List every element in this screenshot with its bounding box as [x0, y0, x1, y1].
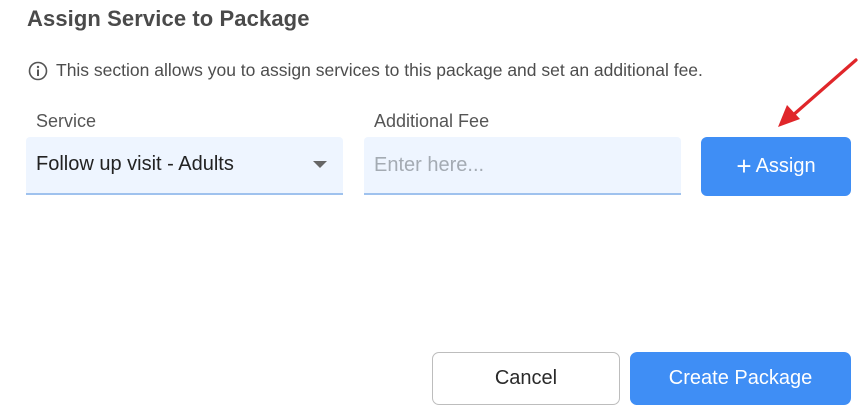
service-select-value: Follow up visit - Adults: [36, 153, 234, 175]
create-package-button[interactable]: Create Package: [630, 352, 851, 405]
red-arrow-annotation: [778, 58, 858, 127]
cancel-button[interactable]: Cancel: [432, 352, 620, 405]
plus-icon: +: [736, 150, 752, 181]
additional-fee-label: Additional Fee: [374, 111, 490, 131]
caret-down-icon: [313, 161, 327, 168]
info-message: This section allows you to assign servic…: [28, 60, 703, 81]
info-text: This section allows you to assign servic…: [56, 60, 703, 80]
additional-fee-input[interactable]: [364, 137, 681, 195]
assign-button[interactable]: + Assign: [701, 137, 851, 196]
assign-service-dialog: Assign Service to Package This section a…: [0, 0, 867, 417]
info-circle-icon: [28, 61, 48, 81]
service-select[interactable]: Follow up visit - Adults: [26, 137, 343, 195]
service-label: Service: [36, 111, 97, 131]
assign-button-label: Assign: [755, 155, 816, 177]
dialog-title: Assign Service to Package: [27, 6, 310, 31]
